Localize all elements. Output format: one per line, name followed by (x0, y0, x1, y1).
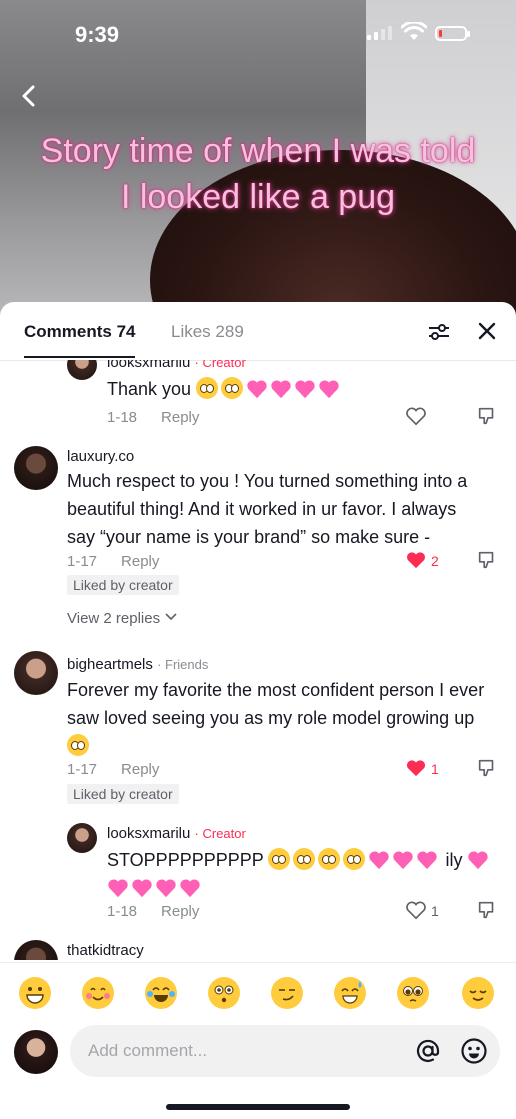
heart-emoji-icon (132, 879, 152, 898)
heart-emoji-icon (180, 879, 200, 898)
sweat-smile-emoji-button[interactable] (334, 977, 366, 1009)
liked-by-creator-badge: Liked by creator (67, 575, 179, 595)
avatar[interactable] (14, 446, 58, 490)
avatar[interactable] (67, 823, 97, 853)
comment-date: 1-17 (67, 553, 98, 570)
smirk-emoji-button[interactable] (271, 977, 303, 1009)
comment-meta: 1-18 Reply (107, 903, 199, 920)
signal-icon (367, 26, 392, 40)
friends-badge: · Friends (157, 657, 209, 672)
avatar[interactable] (14, 940, 58, 960)
pleading-emoji-icon (343, 848, 366, 870)
comment-date: 1-18 (107, 409, 138, 426)
tab-likes[interactable]: Likes 289 (171, 322, 244, 342)
pleading-emoji-icon (67, 734, 89, 756)
mention-at-icon[interactable] (414, 1037, 442, 1065)
caption-line-1: Story time of when I was told (40, 132, 476, 170)
pleading-emoji-icon (268, 848, 291, 870)
comment-date: 1-17 (67, 761, 98, 778)
pleading-emoji-icon (221, 377, 244, 399)
comment-input[interactable]: Add comment... (70, 1025, 500, 1077)
comment-date: 1-18 (107, 903, 138, 920)
comment-username[interactable]: looksxmarilu · Creator (107, 825, 246, 842)
dislike-icon[interactable] (476, 899, 498, 921)
comment-username[interactable]: looksxmarilu · Creator (107, 360, 246, 371)
heart-emoji-icon (108, 879, 128, 898)
close-icon[interactable] (476, 320, 498, 342)
filter-icon[interactable] (427, 320, 451, 344)
reply-button[interactable]: Reply (121, 553, 159, 570)
flushed-emoji-button[interactable] (208, 977, 240, 1009)
comment-username[interactable]: bigheartmels · Friends (67, 656, 208, 673)
battery-icon (435, 26, 470, 41)
comment-text: Thank you (107, 375, 342, 403)
comment-placeholder: Add comment... (88, 1041, 208, 1060)
heart-emoji-icon (271, 380, 291, 399)
reply-button[interactable]: Reply (161, 409, 199, 426)
home-indicator[interactable] (166, 1104, 350, 1110)
comment-meta: 1-17 Reply (67, 761, 159, 778)
grin-emoji-button[interactable] (19, 977, 51, 1009)
chevron-down-icon (165, 613, 177, 621)
tears-of-joy-emoji-button[interactable] (145, 977, 177, 1009)
reply-button[interactable]: Reply (161, 903, 199, 920)
heart-emoji-icon (295, 380, 315, 399)
view-replies-button[interactable]: View 2 replies (67, 610, 178, 627)
video-caption: Story time of when I was told I looked l… (0, 128, 516, 220)
liked-by-creator-badge: Liked by creator (67, 784, 179, 804)
avatar[interactable] (14, 651, 58, 695)
like-heart-icon[interactable] (405, 406, 427, 426)
heart-emoji-icon (247, 380, 267, 399)
comment-username[interactable]: lauxury.co (67, 448, 134, 465)
avatar[interactable] (67, 360, 97, 380)
emoji-quick-bar (0, 962, 516, 1023)
comment-list[interactable]: looksxmarilu · Creator Thank you 1-18 Rep… (0, 360, 516, 960)
pleading-emoji-button[interactable] (397, 977, 429, 1009)
heart-emoji-icon (468, 851, 489, 870)
comment-text: STOPPPPPPPPPP ily (107, 846, 497, 902)
pleading-emoji-icon (196, 377, 219, 399)
liked-heart-icon[interactable] (405, 550, 427, 570)
caption-line-2: I looked like a pug (120, 178, 396, 216)
creator-badge: · Creator (194, 826, 246, 841)
comments-tabs: Comments 74 Likes 289 (0, 302, 516, 361)
comment-text: Forever my favorite the most confident p… (67, 676, 487, 760)
creator-badge: · Creator (194, 360, 246, 370)
comment-username[interactable]: thatkidtracy (67, 942, 144, 959)
comment-meta: 1-17 Reply (67, 553, 159, 570)
like-count: 1 (431, 903, 439, 919)
status-bar: 9:39 (0, 0, 516, 70)
wifi-icon (401, 22, 427, 40)
comment-text: Much respect to you ! You turned somethi… (67, 471, 468, 547)
smiling-hearts-emoji-button[interactable] (82, 977, 114, 1009)
dislike-icon[interactable] (476, 757, 498, 779)
comments-sheet: Comments 74 Likes 289 looksxmarilu · Cre… (0, 302, 516, 1119)
heart-emoji-icon (417, 851, 438, 870)
emoji-picker-icon[interactable] (460, 1037, 488, 1065)
liked-heart-icon[interactable] (405, 758, 427, 778)
tab-comments[interactable]: Comments 74 (24, 322, 136, 358)
relieved-emoji-button[interactable] (462, 977, 494, 1009)
back-arrow-icon[interactable] (14, 80, 46, 112)
my-avatar (14, 1030, 58, 1074)
comment-composer: Add comment... (0, 1022, 516, 1092)
comment-meta: 1-18 Reply (107, 409, 199, 426)
heart-emoji-icon (156, 879, 176, 898)
like-heart-icon[interactable] (405, 900, 427, 920)
pleading-emoji-icon (318, 848, 341, 870)
heart-emoji-icon (369, 851, 390, 870)
heart-emoji-icon (319, 380, 339, 399)
heart-emoji-icon (393, 851, 414, 870)
dislike-icon[interactable] (476, 405, 498, 427)
status-time: 9:39 (75, 22, 120, 47)
like-count: 1 (431, 761, 439, 777)
pleading-emoji-icon (293, 848, 316, 870)
reply-button[interactable]: Reply (121, 761, 159, 778)
dislike-icon[interactable] (476, 549, 498, 571)
like-count: 2 (431, 553, 439, 569)
